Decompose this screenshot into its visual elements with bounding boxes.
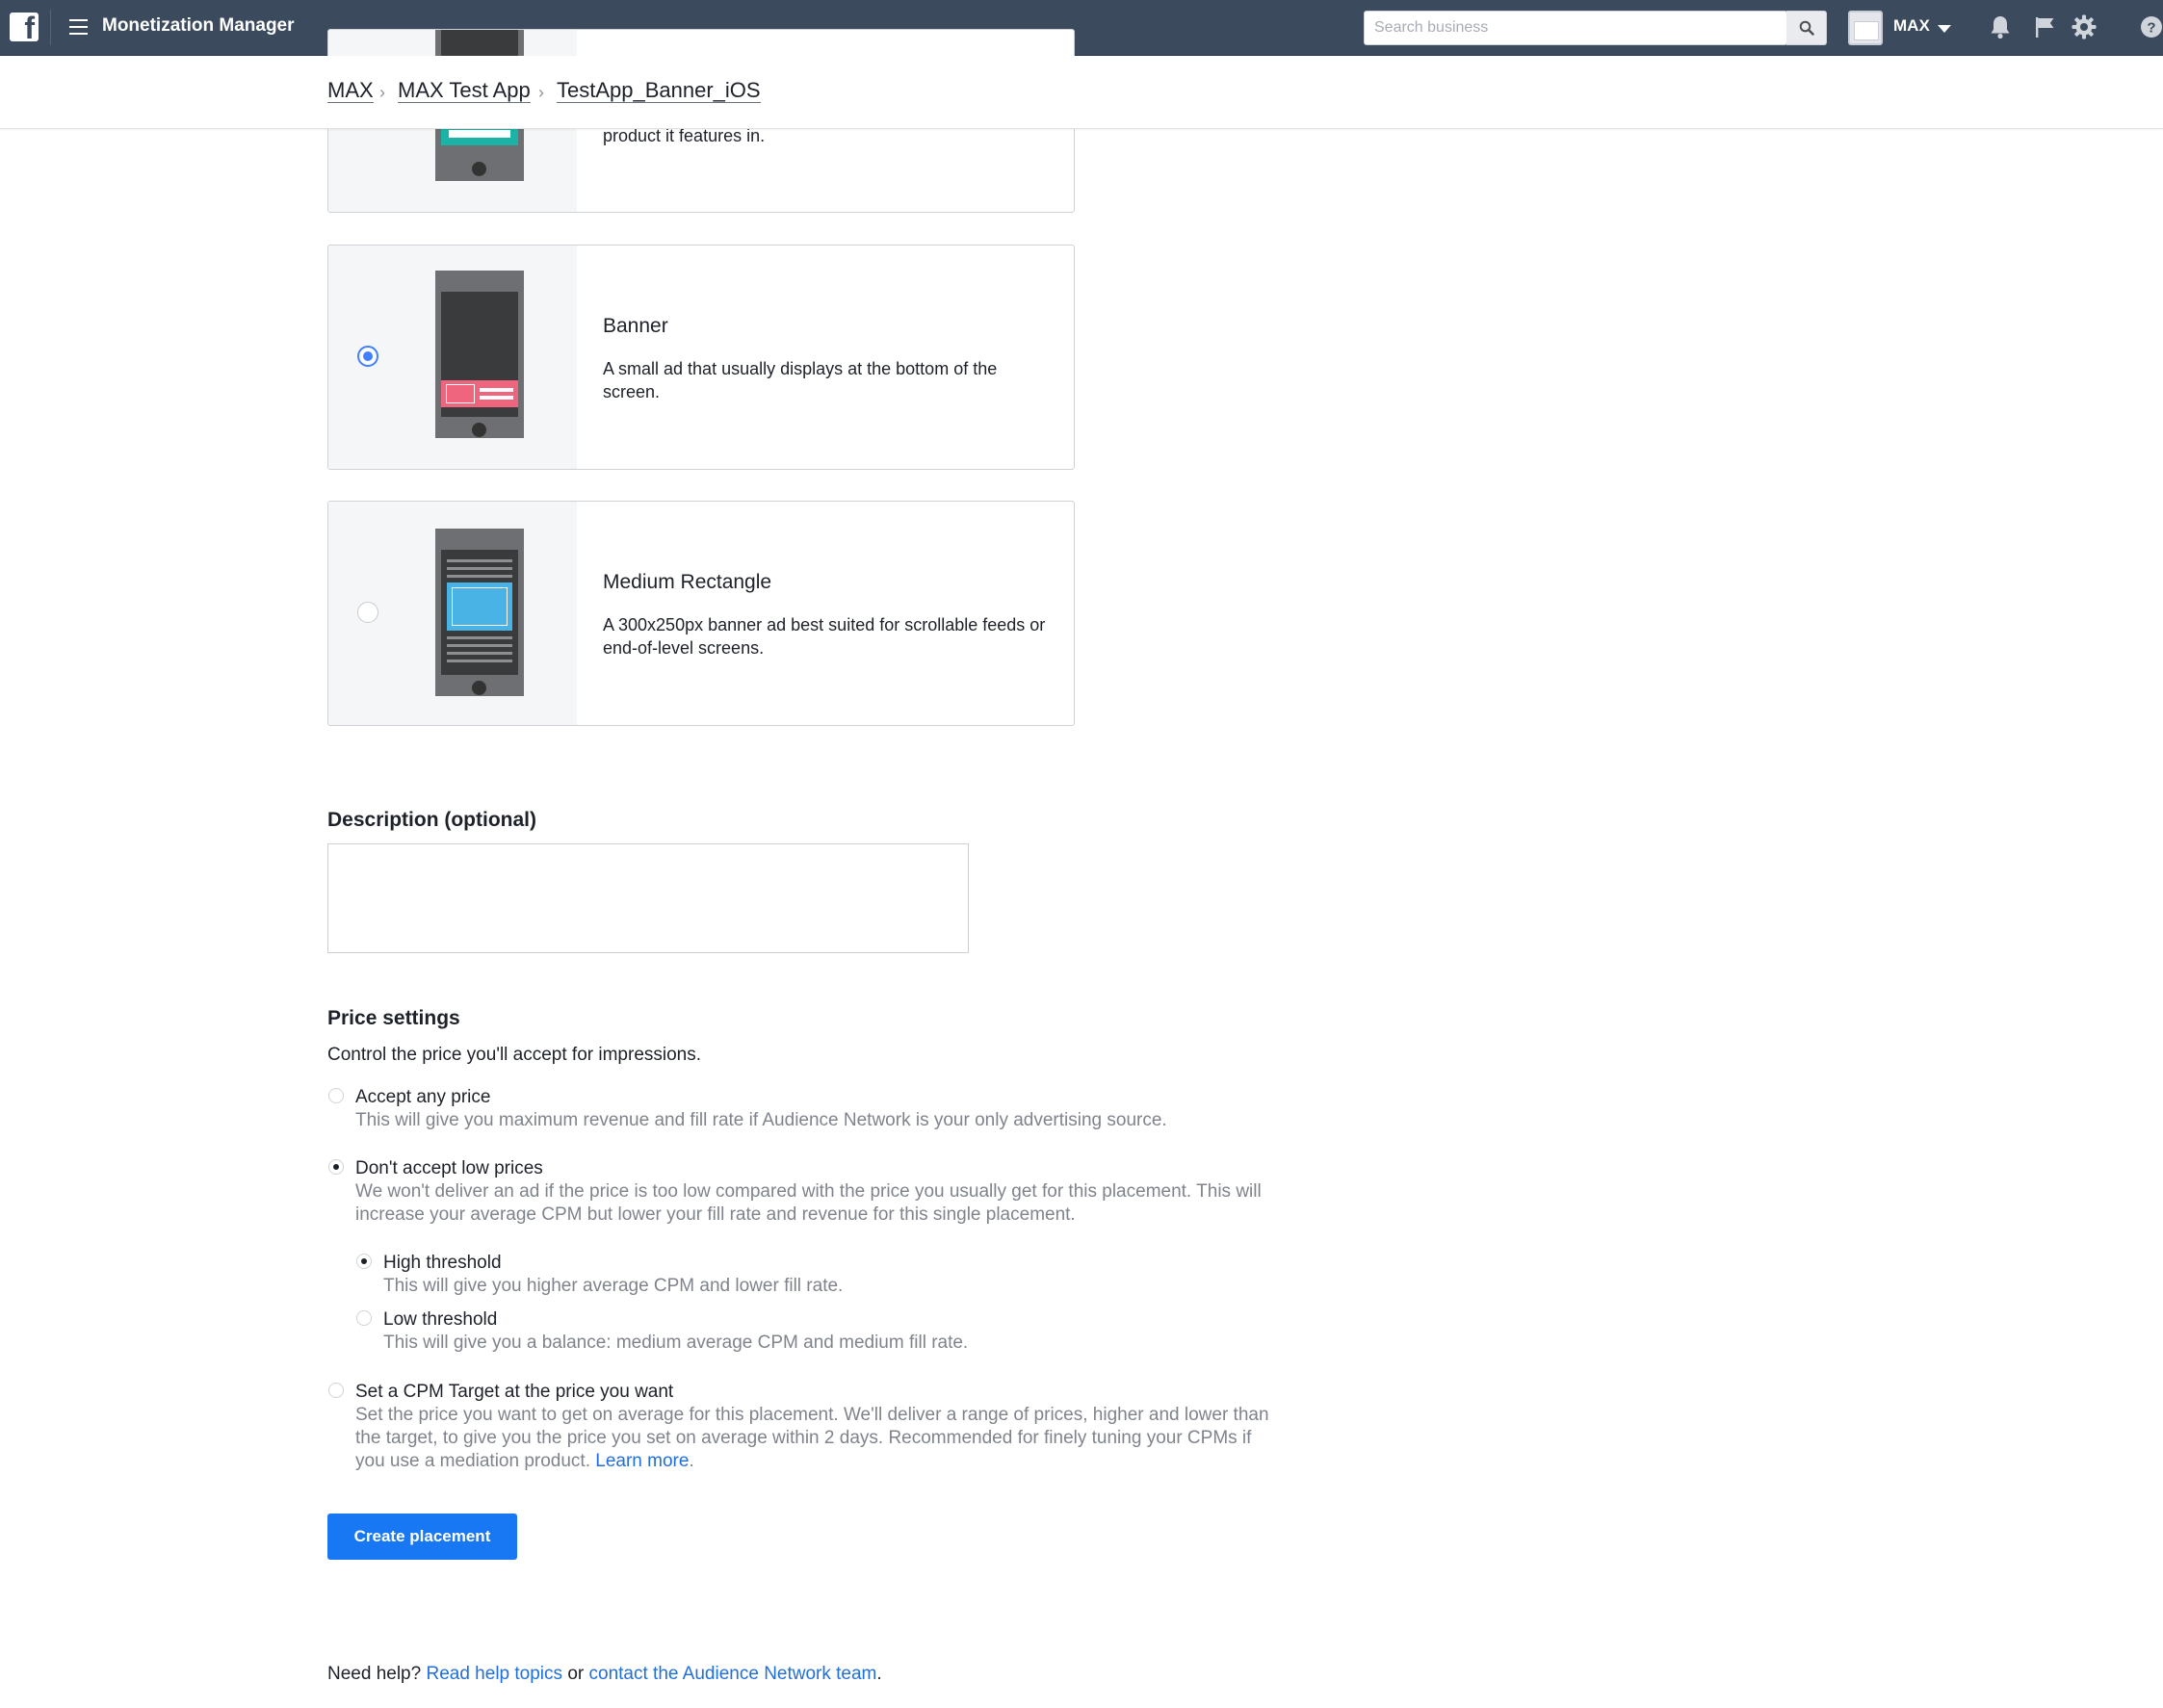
price-settings-heading: Price settings xyxy=(327,1007,460,1029)
format-card-medium-rectangle[interactable]: Medium Rectangle A 300x250px banner ad b… xyxy=(327,501,1075,726)
facebook-logo-icon[interactable]: f xyxy=(10,13,39,43)
search-input[interactable] xyxy=(1365,12,1786,44)
chevron-right-icon: › xyxy=(379,83,385,102)
accept-any-price-radio[interactable] xyxy=(328,1088,344,1103)
phone-illustration xyxy=(435,271,524,438)
help-icon[interactable]: ? xyxy=(2138,13,2163,40)
medium-rectangle-format-radio[interactable] xyxy=(357,602,378,623)
phone-illustration xyxy=(435,529,524,696)
business-avatar[interactable] xyxy=(1848,11,1883,45)
gear-icon[interactable] xyxy=(2071,13,2098,40)
business-name[interactable]: MAX xyxy=(1893,16,1930,36)
threshold-title[interactable]: Low threshold xyxy=(383,1309,497,1331)
threshold-title[interactable]: High threshold xyxy=(383,1253,502,1274)
help-middle: or xyxy=(567,1664,585,1684)
help-prefix: Need help? xyxy=(327,1664,422,1684)
chevron-down-icon[interactable] xyxy=(1938,25,1951,33)
low-threshold-radio[interactable] xyxy=(356,1310,372,1326)
help-line: Need help? Read help topics or contact t… xyxy=(327,1664,882,1685)
read-help-topics-link[interactable]: Read help topics xyxy=(426,1664,562,1684)
search-button[interactable] xyxy=(1786,11,1827,45)
svg-text:?: ? xyxy=(2147,20,2155,37)
option-description: This will give you maximum revenue and f… xyxy=(355,1110,1167,1130)
cpm-target-description: Set the price you want to get on average… xyxy=(355,1405,1269,1471)
create-placement-button[interactable]: Create placement xyxy=(327,1514,517,1560)
breadcrumb xyxy=(0,56,2163,129)
app-title[interactable]: Monetization Manager xyxy=(102,15,295,37)
dont-accept-low-prices-radio[interactable] xyxy=(328,1159,344,1175)
format-description: A 300x250px banner ad best suited for sc… xyxy=(603,615,1046,658)
contact-team-link[interactable]: contact the Audience Network team xyxy=(589,1664,877,1684)
learn-more-link[interactable]: Learn more xyxy=(595,1451,689,1471)
banner-format-radio[interactable] xyxy=(357,346,378,367)
threshold-description: This will give you higher average CPM an… xyxy=(383,1276,844,1296)
topbar-divider xyxy=(50,10,51,45)
top-navigation-bar xyxy=(0,0,2163,56)
description-input[interactable] xyxy=(328,844,968,952)
search-box xyxy=(1364,11,1787,45)
option-title[interactable]: Set a CPM Target at the price you want xyxy=(355,1382,673,1403)
notifications-bell-icon[interactable] xyxy=(1987,13,2014,40)
sentence-end: . xyxy=(689,1451,694,1471)
chevron-right-icon: › xyxy=(538,83,544,102)
help-suffix: . xyxy=(876,1664,882,1684)
price-settings-subtitle: Control the price you'll accept for impr… xyxy=(327,1045,702,1065)
option-description: We won't deliver an ad if the price is t… xyxy=(355,1181,1262,1225)
breadcrumb-item-app[interactable]: MAX Test App xyxy=(398,79,531,103)
cpm-target-radio[interactable] xyxy=(328,1383,344,1398)
format-card-banner[interactable]: Banner A small ad that usually displays … xyxy=(327,245,1075,470)
format-title: Medium Rectangle xyxy=(603,571,772,593)
option-title[interactable]: Don't accept low prices xyxy=(355,1158,543,1179)
flag-icon[interactable] xyxy=(2031,13,2058,40)
description-label: Description (optional) xyxy=(327,809,536,831)
hamburger-menu-icon[interactable] xyxy=(69,19,88,35)
search-icon xyxy=(1799,20,1814,36)
format-description: A small ad that usually displays at the … xyxy=(603,359,998,401)
option-title[interactable]: Accept any price xyxy=(355,1087,490,1108)
high-threshold-radio[interactable] xyxy=(356,1254,372,1269)
breadcrumb-item-business[interactable]: MAX xyxy=(327,79,374,103)
description-field xyxy=(327,843,969,953)
option-description: Set the price you want to get on average… xyxy=(355,1404,1280,1473)
threshold-description: This will give you a balance: medium ave… xyxy=(383,1333,969,1353)
format-title: Banner xyxy=(603,315,668,337)
breadcrumb-item-placement[interactable]: TestApp_Banner_iOS xyxy=(557,79,761,103)
